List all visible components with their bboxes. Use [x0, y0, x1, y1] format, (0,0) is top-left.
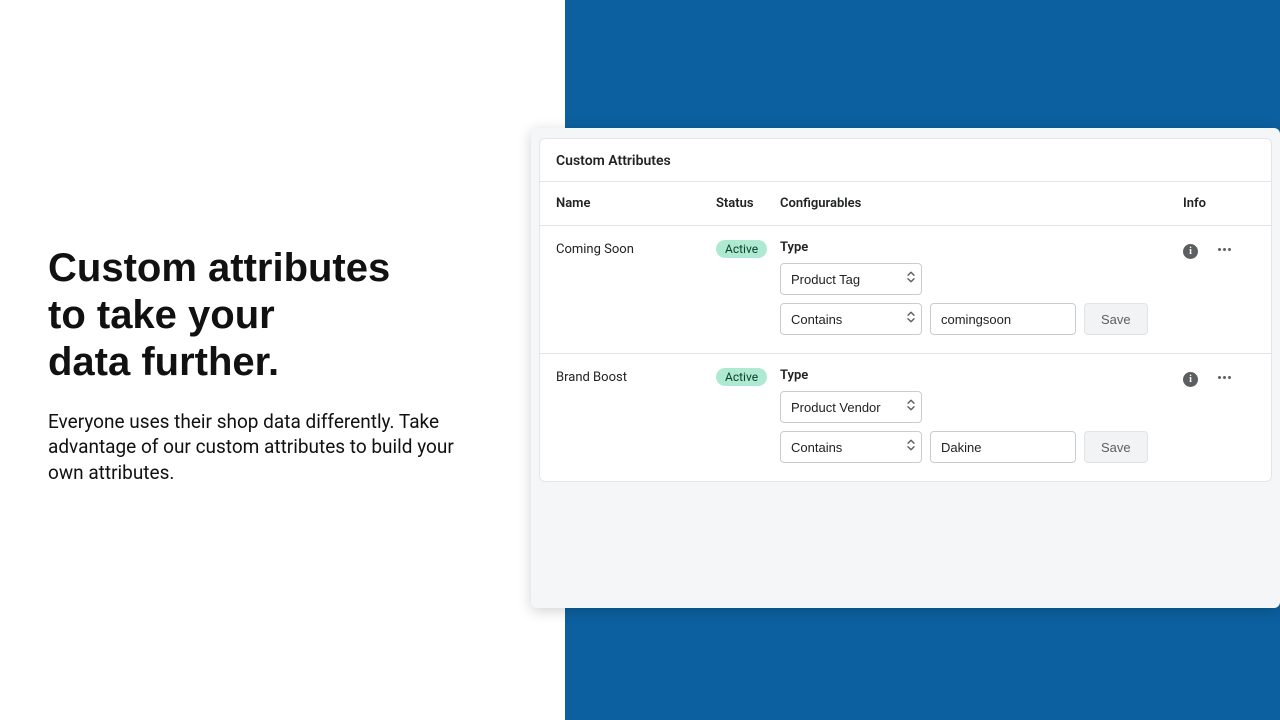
type-select-wrap: Product Vendor — [780, 391, 922, 423]
column-header-name: Name — [556, 196, 716, 211]
save-button[interactable]: Save — [1084, 303, 1148, 335]
marketing-copy: Custom attributes to take your data furt… — [48, 245, 478, 486]
headline-line: data further. — [48, 340, 279, 384]
attribute-name: Coming Soon — [556, 240, 716, 257]
headline-line: Custom attributes — [48, 246, 390, 290]
info-icon[interactable]: i — [1183, 244, 1198, 259]
custom-attributes-card: Custom Attributes Name Status Configurab… — [539, 138, 1272, 482]
more-icon[interactable] — [1216, 244, 1233, 255]
row-actions: i — [1183, 368, 1255, 387]
attribute-status: Active — [716, 240, 780, 258]
table-header: Name Status Configurables Info — [540, 182, 1271, 226]
configurables-block: Type Product Vendor Contains — [780, 368, 1183, 463]
type-label: Type — [780, 368, 1183, 383]
type-label: Type — [780, 240, 1183, 255]
table-row: Brand Boost Active Type Product Vendor — [540, 354, 1271, 481]
operator-select[interactable]: Contains — [780, 431, 922, 463]
match-value-input[interactable] — [930, 303, 1076, 335]
operator-select[interactable]: Contains — [780, 303, 922, 335]
column-header-info: Info — [1183, 196, 1255, 211]
headline: Custom attributes to take your data furt… — [48, 245, 478, 387]
type-select[interactable]: Product Vendor — [780, 391, 922, 423]
operator-select-wrap: Contains — [780, 303, 922, 335]
status-badge: Active — [716, 368, 767, 386]
column-header-configurables: Configurables — [780, 196, 1183, 211]
table-row: Coming Soon Active Type Product Tag — [540, 226, 1271, 354]
save-button[interactable]: Save — [1084, 431, 1148, 463]
more-icon[interactable] — [1216, 372, 1233, 383]
match-value-input[interactable] — [930, 431, 1076, 463]
headline-line: to take your — [48, 293, 275, 337]
attribute-status: Active — [716, 368, 780, 386]
info-icon[interactable]: i — [1183, 372, 1198, 387]
configurables-block: Type Product Tag Contains — [780, 240, 1183, 335]
attribute-name: Brand Boost — [556, 368, 716, 385]
type-select[interactable]: Product Tag — [780, 263, 922, 295]
type-select-wrap: Product Tag — [780, 263, 922, 295]
column-header-status: Status — [716, 196, 780, 211]
app-panel: Custom Attributes Name Status Configurab… — [531, 128, 1280, 608]
marketing-body: Everyone uses their shop data differentl… — [48, 409, 478, 486]
operator-select-wrap: Contains — [780, 431, 922, 463]
status-badge: Active — [716, 240, 767, 258]
row-actions: i — [1183, 240, 1255, 259]
card-title: Custom Attributes — [540, 139, 1271, 182]
